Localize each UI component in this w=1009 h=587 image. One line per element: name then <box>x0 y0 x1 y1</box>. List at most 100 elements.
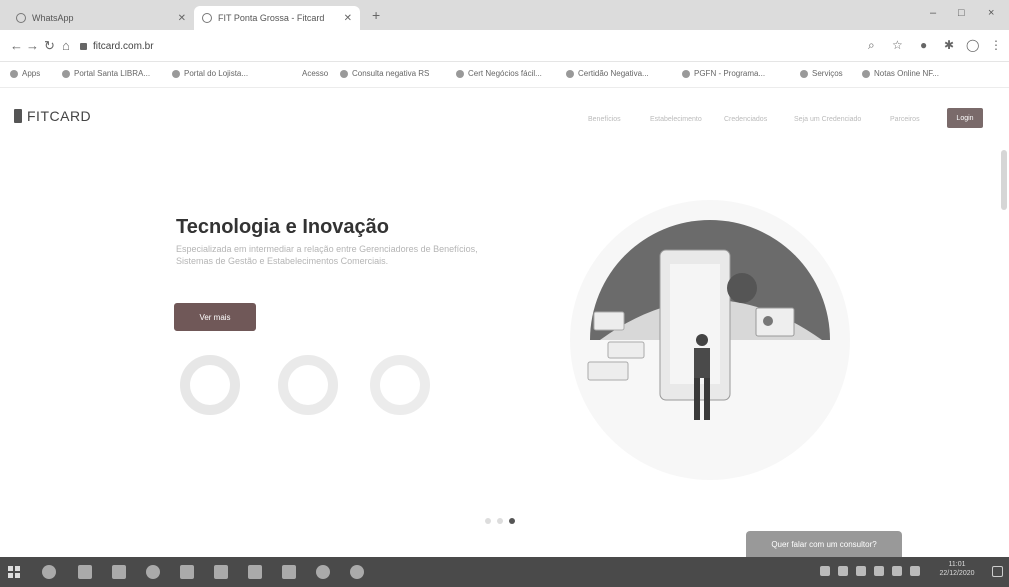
login-button[interactable]: Login <box>947 108 983 128</box>
notifications-icon[interactable] <box>992 566 1003 577</box>
bookmark-item[interactable]: Notas Online NF... <box>862 69 939 78</box>
apps-icon <box>10 69 18 78</box>
app-icon[interactable] <box>214 565 228 579</box>
nav-credenciados[interactable]: Credenciados <box>724 116 767 123</box>
tray-app-icon[interactable] <box>838 566 848 576</box>
hero-description: Especializada em intermediar a relação e… <box>176 244 478 266</box>
decorative-shape <box>278 355 338 415</box>
tab-title: WhatsApp <box>32 13 74 23</box>
keyboard-icon[interactable] <box>910 566 920 576</box>
globe-icon <box>340 69 348 78</box>
lock-icon <box>80 42 87 50</box>
ver-mais-button[interactable]: Ver mais <box>174 303 256 331</box>
chrome-icon[interactable] <box>350 565 364 579</box>
app-icon[interactable] <box>248 565 262 579</box>
bookmark-item[interactable]: Cert Negócios fácil... <box>456 69 542 78</box>
taskbar-clock[interactable]: 11:01 22/12/2020 <box>928 560 986 578</box>
bookmark-item[interactable]: Consulta negativa RS <box>340 69 429 78</box>
bookmark-item[interactable]: Acesso <box>302 69 328 78</box>
nav-seja-credenciado[interactable]: Seja um Credenciado <box>794 116 861 123</box>
tray-app-icon[interactable] <box>874 566 884 576</box>
hero-illustration <box>570 200 850 480</box>
fitcard-favicon-icon <box>202 13 212 23</box>
logo-text: FITCARD <box>27 108 92 124</box>
nav-parceiros[interactable]: Parceiros <box>890 116 920 123</box>
close-tab-icon[interactable]: ✕ <box>344 13 352 24</box>
back-icon[interactable]: ← <box>10 38 23 53</box>
carousel-dots <box>485 518 515 524</box>
bookmark-item[interactable]: Serviços <box>800 69 843 78</box>
bookmark-icon <box>682 69 690 78</box>
person-leg <box>704 378 710 420</box>
home-icon[interactable]: ⌂ <box>62 38 70 53</box>
bookmark-icon <box>172 69 180 78</box>
app-icon[interactable] <box>282 565 296 579</box>
info-card-illustration <box>593 311 625 331</box>
bookmark-icon <box>862 69 870 78</box>
windows-taskbar: 11:01 22/12/2020 <box>0 557 1009 587</box>
star-icon[interactable]: ☆ <box>892 38 903 52</box>
fitcard-logo-icon <box>14 109 22 123</box>
task-view-icon[interactable] <box>78 565 92 579</box>
browser-tabstrip: WhatsApp ✕ FIT Ponta Grossa - Fitcard ✕ … <box>0 0 1009 30</box>
maximize-button[interactable]: □ <box>958 7 965 19</box>
bookmark-icon <box>566 69 574 78</box>
cortana-icon[interactable] <box>42 565 56 579</box>
tab-title: FIT Ponta Grossa - Fitcard <box>218 13 325 23</box>
globe-icon <box>62 69 70 78</box>
avatar-illustration <box>727 273 757 303</box>
url-text: fitcard.com.br <box>93 40 154 52</box>
bookmark-item[interactable]: Portal do Lojista... <box>172 69 248 78</box>
reload-icon[interactable]: ↻ <box>44 38 55 54</box>
edge-icon[interactable] <box>146 565 160 579</box>
volume-icon[interactable] <box>892 566 902 576</box>
app-icon[interactable] <box>316 565 330 579</box>
extension-icon[interactable]: ● <box>920 38 927 52</box>
bookmark-item[interactable]: Certidão Negativa... <box>566 69 649 78</box>
tab-whatsapp[interactable]: WhatsApp ✕ <box>8 6 194 30</box>
person-leg <box>694 378 700 420</box>
forward-icon[interactable]: → <box>26 38 39 53</box>
file-explorer-icon[interactable] <box>180 565 194 579</box>
new-tab-button[interactable]: + <box>372 7 380 23</box>
person-body <box>694 348 710 378</box>
browser-toolbar: ← → ↻ ⌂ fitcard.com.br ⌕ ☆ ● ✱ ◯ ⋮ <box>0 30 1009 62</box>
bookmark-item[interactable]: Apps <box>10 69 40 78</box>
bookmark-icon <box>456 69 464 78</box>
profile-icon[interactable]: ◯ <box>966 38 979 52</box>
tray-up-icon[interactable] <box>820 566 830 576</box>
info-card-illustration <box>607 341 645 359</box>
hero-title: Tecnologia e Inovação <box>176 216 390 238</box>
carousel-dot[interactable] <box>497 518 503 524</box>
windows-start-icon[interactable] <box>8 566 20 578</box>
globe-icon <box>800 69 808 78</box>
search-icon[interactable]: ⌕ <box>868 38 875 53</box>
puzzle-icon[interactable]: ✱ <box>944 38 954 52</box>
app-icon[interactable] <box>112 565 126 579</box>
scrollbar-thumb[interactable] <box>1001 150 1007 210</box>
carousel-dot-active[interactable] <box>509 518 515 524</box>
decorative-shape <box>180 355 240 415</box>
info-card-illustration <box>587 361 629 381</box>
profile-card-illustration <box>755 307 795 337</box>
nav-estabelecimento[interactable]: Estabelecimento <box>650 116 702 123</box>
person-head <box>696 334 708 346</box>
bookmarks-bar: Apps Portal Santa LIBRA... Portal do Loj… <box>0 62 1009 88</box>
address-bar[interactable]: fitcard.com.br <box>80 35 860 57</box>
site-logo[interactable]: FITCARD <box>14 108 91 124</box>
close-tab-icon[interactable]: ✕ <box>178 13 186 24</box>
bookmark-item[interactable]: Portal Santa LIBRA... <box>62 69 150 78</box>
whatsapp-icon <box>16 13 26 23</box>
carousel-dot[interactable] <box>485 518 491 524</box>
consultant-chat-button[interactable]: Quer falar com um consultor? <box>746 531 902 557</box>
network-icon[interactable] <box>856 566 866 576</box>
close-window-button[interactable]: × <box>988 7 994 19</box>
clock-time: 11:01 <box>948 561 966 568</box>
site-header: FITCARD Benefícios Estabelecimento Crede… <box>0 88 1000 148</box>
minimize-button[interactable]: – <box>930 7 936 19</box>
bookmark-item[interactable]: PGFN - Programa... <box>682 69 765 78</box>
tab-fitcard[interactable]: FIT Ponta Grossa - Fitcard ✕ <box>194 6 360 30</box>
menu-icon[interactable]: ⋮ <box>990 38 1002 52</box>
nav-beneficios[interactable]: Benefícios <box>588 116 621 123</box>
decorative-shape <box>370 355 430 415</box>
